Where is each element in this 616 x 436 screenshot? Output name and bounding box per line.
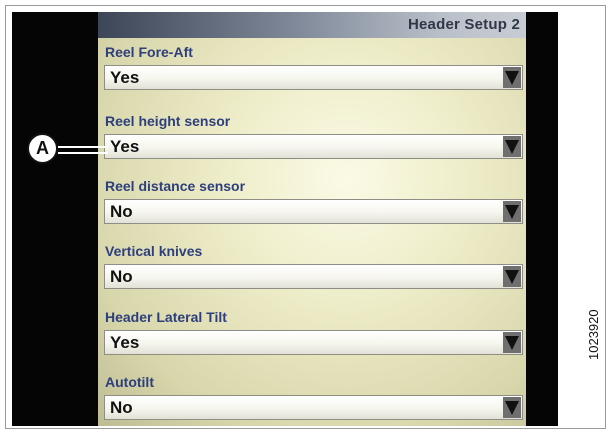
reel-height-sensor-dropdown[interactable]: Yes xyxy=(104,134,523,159)
setting-label: Reel distance sensor xyxy=(105,178,246,194)
dropdown-value: Yes xyxy=(110,137,140,156)
callout-leader-line xyxy=(58,152,108,154)
screen-title: Header Setup 2 xyxy=(407,16,520,33)
figure-reference-number: 1023920 xyxy=(586,309,601,360)
setting-label: Vertical knives xyxy=(105,243,203,259)
callout-a: A xyxy=(27,133,58,164)
setting-label: Autotilt xyxy=(105,374,154,390)
dropdown-value: No xyxy=(110,267,133,286)
setting-label: Reel height sensor xyxy=(105,113,231,129)
setting-label: Header Lateral Tilt xyxy=(105,309,227,325)
setting-label: Reel Fore-Aft xyxy=(105,44,193,60)
dropdown-value: Yes xyxy=(110,68,140,87)
dropdown-arrow-icon[interactable] xyxy=(503,136,521,157)
dropdown-value: No xyxy=(110,202,133,221)
dropdown-arrow-icon[interactable] xyxy=(503,201,521,222)
header-setup-screen: Header Setup 2 Reel Fore-Aft Yes Reel he… xyxy=(98,12,526,426)
dropdown-arrow-icon[interactable] xyxy=(503,266,521,287)
autotilt-dropdown[interactable]: No xyxy=(104,395,523,420)
dropdown-arrow-icon[interactable] xyxy=(503,67,521,88)
dropdown-arrow-icon[interactable] xyxy=(503,332,521,353)
reel-distance-sensor-dropdown[interactable]: No xyxy=(104,199,523,224)
header-lateral-tilt-dropdown[interactable]: Yes xyxy=(104,330,523,355)
dropdown-value: No xyxy=(110,398,133,417)
vertical-knives-dropdown[interactable]: No xyxy=(104,264,523,289)
reel-fore-aft-dropdown[interactable]: Yes xyxy=(104,65,523,90)
title-bar: Header Setup 2 xyxy=(98,12,526,38)
dropdown-value: Yes xyxy=(110,333,140,352)
callout-leader-line xyxy=(58,146,108,148)
dropdown-arrow-icon[interactable] xyxy=(503,397,521,418)
